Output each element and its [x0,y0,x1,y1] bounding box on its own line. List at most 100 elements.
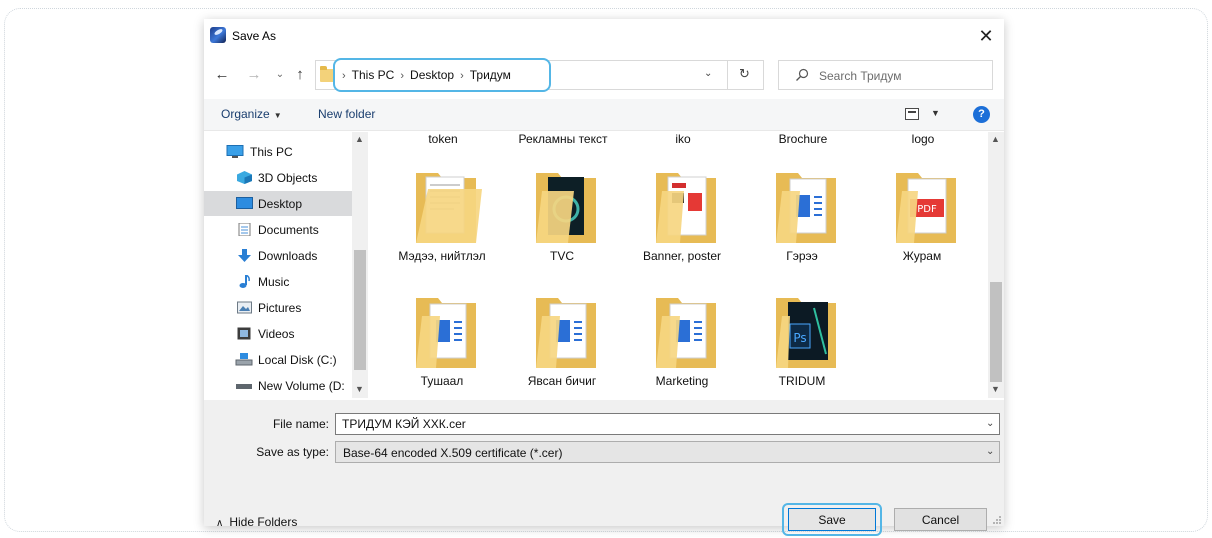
save-as-type-value: Base-64 encoded X.509 certificate (*.cer… [343,446,563,460]
folder-banner-icon [656,173,716,243]
back-arrow-icon[interactable]: ← [212,65,232,85]
videos-icon [237,327,251,340]
file-label-partial[interactable]: logo [868,132,978,146]
file-label-partial[interactable]: token [388,132,498,146]
local-disk-icon [235,353,253,366]
svg-text:PDF: PDF [917,204,937,215]
music-icon [239,275,250,288]
downloads-icon [238,249,251,262]
recent-locations-chevron-icon[interactable]: ⌄ [270,65,290,85]
save-as-type-select[interactable]: Base-64 encoded X.509 certificate (*.cer… [335,441,1000,463]
cancel-button[interactable]: Cancel [894,508,987,531]
breadcrumb-separator: › [460,70,464,82]
nav-item-new-volume[interactable]: New Volume (D: [204,373,352,398]
breadcrumb: › This PC › Desktop › Тридум [342,68,511,82]
save-button[interactable]: Save [788,508,876,531]
title-bar: Save As ✕ [204,19,1004,53]
app-logo-icon [210,27,226,43]
scroll-down-icon[interactable]: ▼ [355,384,364,394]
folder-item[interactable]: Мэдээ, нийтлэл [382,151,502,267]
nav-item-documents[interactable]: Documents [204,217,352,242]
breadcrumb-desktop[interactable]: Desktop [410,68,454,82]
folder-word-icon [536,298,596,368]
nav-label-pictures: Pictures [258,301,302,315]
nav-label-3d-objects: 3D Objects [258,171,318,185]
nav-label-this-pc: This PC [250,145,293,159]
close-button[interactable]: ✕ [974,25,998,47]
bottom-pane: File name: ⌄ Save as type: Base-64 encod… [204,400,1004,536]
breadcrumb-separator: › [400,70,405,82]
nav-label-videos: Videos [258,327,295,341]
help-button[interactable]: ? [973,106,990,123]
drive-icon [236,384,252,389]
refresh-icon[interactable]: ↻ [739,66,750,82]
forward-arrow-icon[interactable]: → [244,65,264,85]
address-divider [727,61,728,89]
file-name-field[interactable] [335,413,1000,435]
nav-label-local-disk: Local Disk (C:) [258,353,337,367]
scroll-down-icon[interactable]: ▼ [991,384,1000,394]
folder-item[interactable]: PDF Журам [862,151,982,267]
file-name-dropdown-chevron-icon[interactable]: ⌄ [986,418,994,429]
svg-text:Ps: Ps [793,331,806,345]
hide-folders-button[interactable]: ∧ Hide Folders [216,515,297,529]
scrollbar-thumb[interactable] [990,282,1002,382]
caret-down-icon: ▼ [273,111,282,120]
save-as-type-label: Save as type: [256,445,329,459]
file-name-label: File name: [272,417,329,431]
desktop-icon [236,197,253,209]
folder-item[interactable]: Явсан бичиг [502,276,622,392]
resize-grip-icon[interactable] [992,515,1002,525]
file-list-scrollbar[interactable]: ▲ ▼ [988,132,1004,398]
folder-item[interactable]: Тушаал [382,276,502,392]
organize-button[interactable]: Organize ▼ [221,107,282,121]
search-box[interactable] [778,60,993,90]
scrollbar-thumb[interactable] [354,250,366,370]
file-label-partial[interactable]: iko [628,132,738,146]
nav-item-this-pc[interactable]: This PC [204,139,352,164]
scroll-up-icon[interactable]: ▲ [355,134,364,144]
file-list: token Рекламны текст iko Brochure logo М… [372,132,988,398]
nav-item-videos[interactable]: Videos [204,321,352,346]
hide-folders-label: Hide Folders [229,515,298,529]
breadcrumb-separator: › [342,70,346,82]
breadcrumb-current-folder[interactable]: Тридум [470,68,511,82]
folder-word-icon [416,298,476,368]
nav-label-downloads: Downloads [258,249,318,263]
change-view-icon[interactable] [905,108,919,120]
search-input[interactable] [819,67,989,85]
folder-item[interactable]: TVC [502,151,622,267]
nav-item-3d-objects[interactable]: 3D Objects [204,165,352,190]
save-as-type-chevron-icon[interactable]: ⌄ [986,446,994,457]
folder-label: TVC [550,249,574,263]
folder-item[interactable]: Гэрээ [742,151,862,267]
navigation-pane: This PC 3D Objects Desktop Documents Dow… [204,132,368,398]
nav-pane-scrollbar[interactable]: ▲ ▼ [352,132,368,398]
nav-item-local-disk[interactable]: Local Disk (C:) [204,347,352,372]
folder-label: Журам [902,249,942,263]
folder-media-icon [536,173,596,243]
nav-item-pictures[interactable]: Pictures [204,295,352,320]
address-bar[interactable]: › This PC › Desktop › Тридум ⌄ ↻ [315,58,764,92]
folder-item[interactable]: Ps TRIDUM [742,276,862,392]
folder-item[interactable]: Marketing [622,276,742,392]
new-folder-button[interactable]: New folder [318,107,375,121]
nav-item-downloads[interactable]: Downloads [204,243,352,268]
folder-item[interactable]: Banner, poster [622,151,742,267]
view-options-caret-icon[interactable]: ▼ [931,108,940,118]
folder-documents-icon [416,173,482,243]
nav-item-desktop[interactable]: Desktop [204,191,352,216]
file-label-partial[interactable]: Рекламны текст [508,132,618,146]
up-arrow-icon[interactable]: ↑ [290,65,310,85]
folder-label: Гэрээ [786,249,818,263]
scroll-up-icon[interactable]: ▲ [991,134,1000,144]
folder-label: Banner, poster [642,249,722,263]
file-label-partial[interactable]: Brochure [748,132,858,146]
folder-label: Тушаал [420,374,464,388]
breadcrumb-this-pc[interactable]: This PC [352,68,395,82]
folder-label: Мэдээ, нийтлэл [398,249,486,263]
toolbar: Organize ▼ New folder ▼ ? [204,99,1004,131]
folder-word-icon [656,298,716,368]
address-dropdown-chevron-icon[interactable]: ⌄ [704,68,712,79]
nav-item-music[interactable]: Music [204,269,352,294]
